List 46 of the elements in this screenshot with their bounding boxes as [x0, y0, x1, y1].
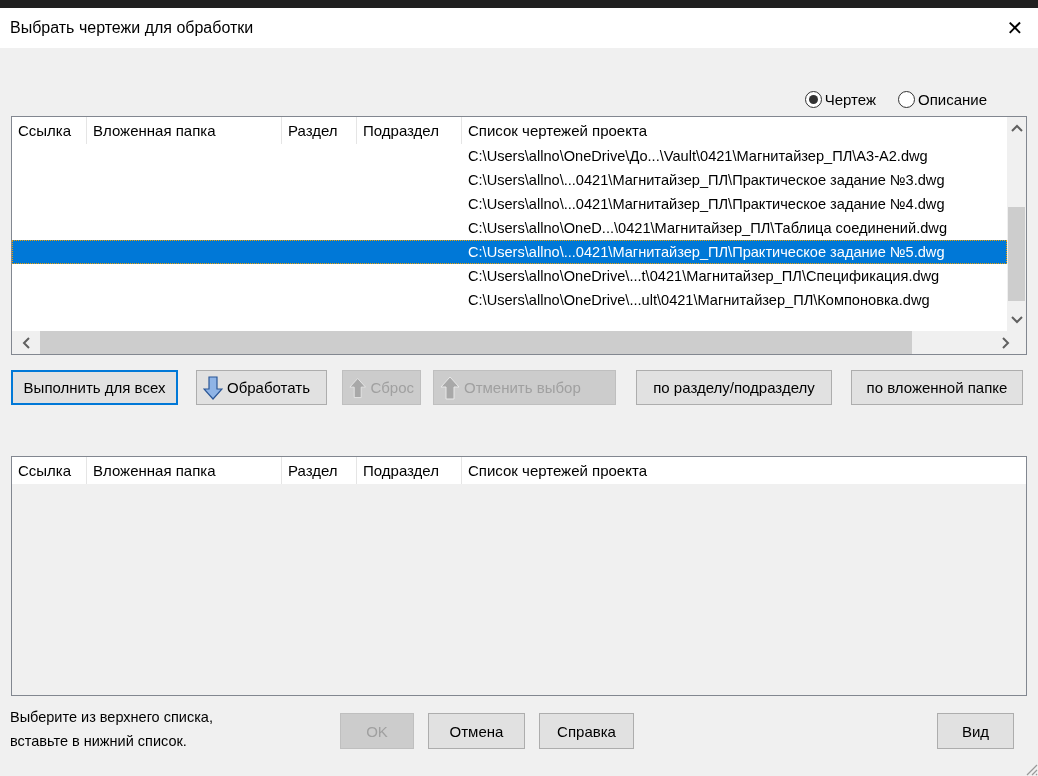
- column-header[interactable]: Вложенная папка: [87, 457, 282, 484]
- column-header[interactable]: Список чертежей проекта: [462, 457, 1026, 484]
- list-row[interactable]: C:\Users\allno\OneD...\0421\Магнитайзер_ПЛ\Таблица соединений.dwg: [12, 216, 1007, 240]
- list-row[interactable]: C:\Users\allno\...0421\Магнитайзер_ПЛ\Практическое задание №3.dwg: [12, 168, 1007, 192]
- arrow-up-icon: [440, 375, 460, 400]
- table-cell-text: C:\Users\allno\...0421\Магнитайзер_ПЛ\Практическое задание №3.dwg: [467, 172, 945, 188]
- column-header[interactable]: Вложенная папка: [87, 117, 282, 144]
- scroll-up-icon[interactable]: [1010, 124, 1023, 132]
- instruction-text: Выберите из верхнего списка, вставьте в нижний список.: [10, 708, 214, 751]
- list-row[interactable]: C:\Users\allno\OneDrive\До...\Vault\0421\Магнитайзер_ПЛ\А3-А2.dwg: [12, 144, 1007, 168]
- column-header[interactable]: Подраздел: [357, 117, 462, 144]
- column-header[interactable]: Список чертежей проекта: [462, 117, 1007, 144]
- column-header[interactable]: Раздел: [282, 457, 357, 484]
- scroll-down-icon[interactable]: [1010, 316, 1023, 324]
- vertical-scrollbar[interactable]: [1007, 117, 1026, 331]
- list-row[interactable]: C:\Users\allno\OneDrive\...ult\0421\Магнитайзер_ПЛ\Компоновка.dwg: [12, 288, 1007, 312]
- horizontal-scrollbar[interactable]: [12, 331, 1026, 354]
- scroll-left-icon[interactable]: [22, 336, 30, 349]
- list-row[interactable]: C:\Users\allno\OneDrive\...t\0421\Магнитайзер_ПЛ\Спецификация.dwg: [12, 264, 1007, 288]
- column-header[interactable]: Ссылка: [12, 117, 87, 144]
- view-button[interactable]: Вид: [937, 713, 1014, 749]
- radio-option[interactable]: Чертеж: [804, 91, 876, 108]
- dialog-button[interactable]: Справка: [539, 713, 634, 749]
- action-button[interactable]: Обработать: [196, 370, 327, 405]
- column-header[interactable]: Раздел: [282, 117, 357, 144]
- list-row[interactable]: C:\Users\allno\...0421\Магнитайзер_ПЛ\Практическое задание №5.dwg: [12, 240, 1007, 264]
- dialog-button[interactable]: Отмена: [428, 713, 525, 749]
- list-row[interactable]: C:\Users\allno\...0421\Магнитайзер_ПЛ\Практическое задание №4.dwg: [12, 192, 1007, 216]
- action-button[interactable]: по вложенной папке: [851, 370, 1023, 405]
- table-cell-text: C:\Users\allno\OneD...\0421\Магнитайзер_ПЛ\Таблица соединений.dwg: [467, 220, 947, 236]
- table-cell-text: C:\Users\allno\OneDrive\...ult\0421\Магнитайзер_ПЛ\Компоновка.dwg: [467, 292, 930, 308]
- resize-grip-icon[interactable]: [1024, 762, 1038, 776]
- table-cell-text: C:\Users\allno\...0421\Магнитайзер_ПЛ\Практическое задание №4.dwg: [467, 196, 945, 212]
- window-title: Выбрать чертежи для обработки: [10, 19, 254, 37]
- arrow-up-icon: [349, 375, 367, 400]
- action-button[interactable]: Выполнить для всех: [11, 370, 178, 405]
- arrow-down-icon: [203, 375, 223, 400]
- scroll-right-icon[interactable]: [1002, 336, 1010, 349]
- column-header[interactable]: Ссылка: [12, 457, 87, 484]
- action-button[interactable]: по разделу/подразделу: [636, 370, 832, 405]
- close-button[interactable]: ✕: [992, 8, 1038, 48]
- table-cell-text: C:\Users\allno\OneDrive\...t\0421\Магнитайзер_ПЛ\Спецификация.dwg: [467, 268, 940, 284]
- column-header[interactable]: Подраздел: [357, 457, 462, 484]
- radio-option[interactable]: Описание: [897, 91, 987, 108]
- table-cell-text: C:\Users\allno\...0421\Магнитайзер_ПЛ\Практическое задание №5.dwg: [467, 244, 945, 260]
- table-cell-text: C:\Users\allno\OneDrive\До...\Vault\0421\Магнитайзер_ПЛ\А3-А2.dwg: [467, 148, 928, 164]
